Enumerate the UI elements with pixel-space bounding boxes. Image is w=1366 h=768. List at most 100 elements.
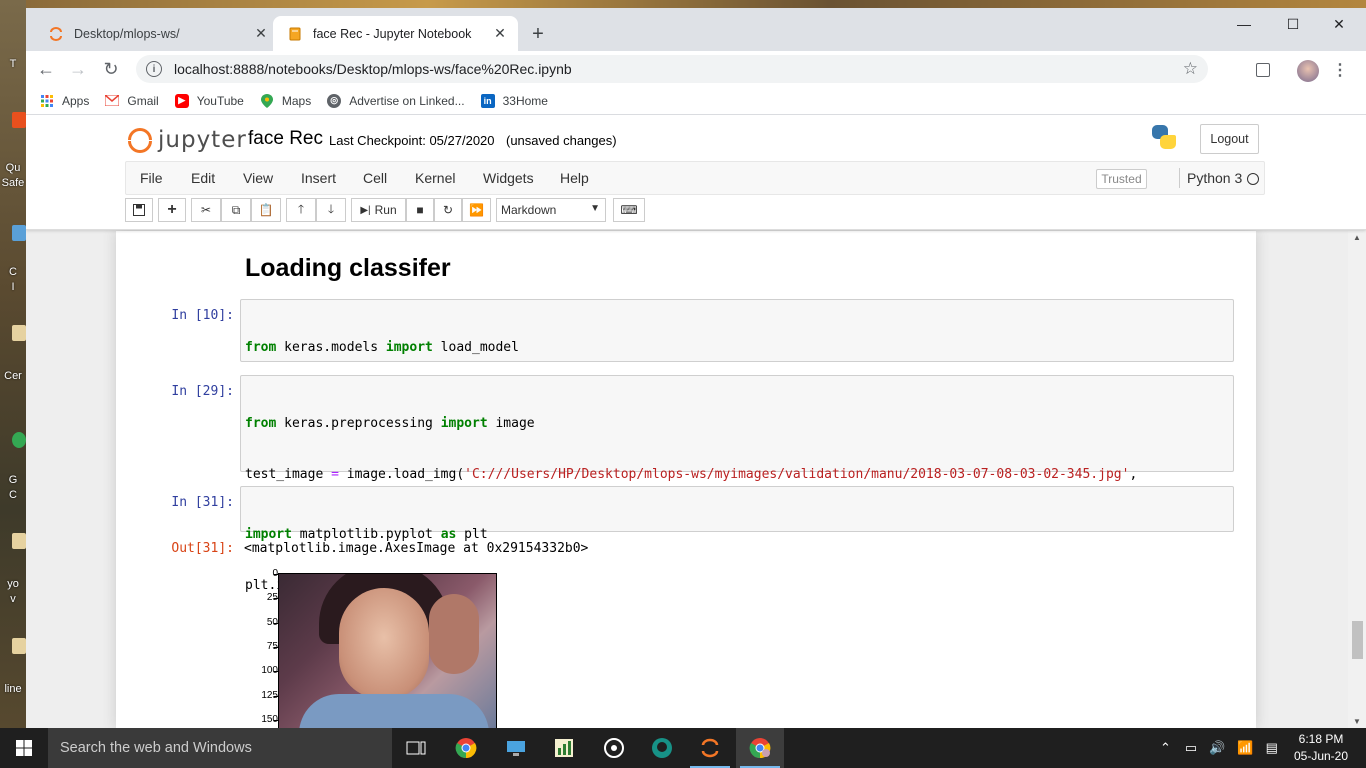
bookmarks-bar: Apps Gmail ▶ YouTube Maps ◎ Advertise on… xyxy=(26,87,1366,115)
desktop-label: line xyxy=(4,683,22,695)
menu-widgets[interactable]: Widgets xyxy=(483,162,534,194)
cell-type-value: Markdown xyxy=(501,203,557,217)
forward-arrow-icon[interactable]: → xyxy=(66,57,90,81)
cut-icon[interactable]: ✂ xyxy=(191,198,221,222)
window-close-icon[interactable]: ✕ xyxy=(1316,12,1362,36)
close-icon[interactable]: ✕ xyxy=(492,25,508,42)
bookmark-youtube[interactable]: ▶ YouTube xyxy=(174,93,244,108)
more-menu-icon[interactable]: ⋮ xyxy=(1332,60,1348,80)
chrome-taskbar-icon[interactable] xyxy=(442,728,490,768)
maximize-icon[interactable]: ☐ xyxy=(1270,12,1316,36)
bookmark-33home[interactable]: in 33Home xyxy=(480,93,548,108)
chart-app-icon[interactable] xyxy=(540,728,588,768)
chrome-shortcut-icon[interactable] xyxy=(12,432,26,448)
close-icon[interactable]: ✕ xyxy=(253,25,269,42)
bookmark-gmail[interactable]: Gmail xyxy=(105,94,159,108)
jupyter-taskbar-icon[interactable] xyxy=(686,728,734,768)
windows-start-icon[interactable] xyxy=(0,728,48,768)
back-arrow-icon[interactable]: ← xyxy=(34,57,58,81)
jupyter-logo[interactable]: jupyter xyxy=(128,125,247,155)
new-tab-button[interactable]: + xyxy=(526,22,550,46)
task-view-icon[interactable] xyxy=(392,728,440,768)
restart-icon[interactable]: ↻ xyxy=(434,198,462,222)
logout-button[interactable]: Logout xyxy=(1200,124,1259,154)
address-bar[interactable]: i localhost:8888/notebooks/Desktop/mlops… xyxy=(136,55,1208,83)
menu-cell[interactable]: Cell xyxy=(363,162,387,194)
desktop-app-icon[interactable] xyxy=(12,112,26,128)
copy-icon[interactable]: ⧉ xyxy=(221,198,251,222)
notebook-name[interactable]: face Rec xyxy=(248,128,323,150)
wifi-icon[interactable]: 📶 xyxy=(1237,740,1253,756)
notifications-icon[interactable]: ▤ xyxy=(1266,740,1278,756)
desktop-file-icon[interactable] xyxy=(12,533,26,549)
chrome-window-taskbar-icon[interactable] xyxy=(736,728,784,768)
clock-date: 05-Jun-20 xyxy=(1293,749,1349,763)
tab-face-rec[interactable]: face Rec - Jupyter Notebook ✕ xyxy=(273,16,518,51)
taskbar-clock[interactable]: 6:18 PM 05-Jun-20 xyxy=(1290,731,1352,765)
desktop-file-icon[interactable] xyxy=(12,325,26,341)
code-cell[interactable]: from keras.models import load_model clas… xyxy=(240,299,1234,457)
chevron-up-icon[interactable]: ⌃ xyxy=(1160,740,1171,756)
menu-view[interactable]: View xyxy=(243,162,273,194)
linkedin-icon: in xyxy=(480,93,495,108)
portrait-image xyxy=(278,573,497,728)
monitor-app-icon[interactable] xyxy=(492,728,540,768)
run-icon: ▶| xyxy=(360,204,371,216)
bookmark-label: Maps xyxy=(281,93,312,108)
youtube-icon: ▶ xyxy=(174,93,189,108)
scroll-down-icon[interactable]: ▼ xyxy=(1353,717,1361,726)
menu-help[interactable]: Help xyxy=(560,162,589,194)
battery-icon[interactable]: ▭ xyxy=(1185,740,1197,756)
bookmark-apps[interactable]: Apps xyxy=(40,94,89,108)
desktop-label: T xyxy=(9,58,17,70)
system-tray: ⌃ ▭ 🔊 📶 ▤ xyxy=(1160,728,1278,768)
bookmark-star-icon[interactable]: ☆ xyxy=(1183,59,1198,79)
desktop-wallpaper-left: T Qu Safe C I Cer G C yo v line xyxy=(0,0,26,728)
info-icon[interactable]: i xyxy=(146,61,162,77)
volume-icon[interactable]: 🔊 xyxy=(1209,740,1225,756)
run-button[interactable]: ▶| Run xyxy=(351,198,406,222)
fast-forward-icon[interactable]: ⏩ xyxy=(462,198,491,222)
notebook-menubar: File Edit View Insert Cell Kernel Widget… xyxy=(125,161,1265,195)
keyboard-icon[interactable]: ⌨ xyxy=(613,198,645,222)
page-scrollbar[interactable]: ▲ ▼ xyxy=(1348,231,1366,728)
menu-edit[interactable]: Edit xyxy=(191,162,215,194)
taskbar-search-box[interactable]: Search the web and Windows xyxy=(48,728,392,768)
profile-avatar[interactable] xyxy=(1297,60,1319,82)
move-up-icon[interactable]: 🡑 xyxy=(286,198,316,222)
paste-icon[interactable]: 📋 xyxy=(251,198,281,222)
scrollbar-thumb[interactable] xyxy=(1352,621,1363,659)
bookmark-maps[interactable]: Maps xyxy=(260,93,312,108)
insert-cell-icon[interactable]: + xyxy=(158,198,186,222)
save-icon[interactable] xyxy=(125,198,153,222)
notebook-toolbar: + ✂ ⧉ 📋 🡑 🡓 ▶| Run ■ ↻ ⏩ Markdown ▼ ⌨ xyxy=(125,196,1265,226)
minimize-icon[interactable]: — xyxy=(1221,12,1267,36)
move-down-icon[interactable]: 🡓 xyxy=(316,198,346,222)
trusted-indicator[interactable]: Trusted xyxy=(1096,169,1147,189)
kernel-idle-icon xyxy=(1247,173,1259,185)
output-prompt: Out[31]: xyxy=(171,541,234,556)
menu-insert[interactable]: Insert xyxy=(301,162,336,194)
code-line: from keras.models import load_model xyxy=(245,340,519,355)
media-player-icon[interactable] xyxy=(590,728,638,768)
code-cell[interactable]: import matplotlib.pyplot as plt plt.imsh… xyxy=(240,486,1234,593)
bookmark-label: YouTube xyxy=(196,93,244,108)
menu-file[interactable]: File xyxy=(140,162,163,194)
extension-icon[interactable] xyxy=(1256,63,1270,77)
stop-icon[interactable]: ■ xyxy=(406,198,434,222)
menu-kernel[interactable]: Kernel xyxy=(415,162,455,194)
cell-type-select[interactable]: Markdown ▼ xyxy=(496,198,606,222)
bookmark-linkedin-ad[interactable]: ◎ Advertise on Linked... xyxy=(327,93,465,108)
desktop-app-icon[interactable] xyxy=(12,225,26,241)
markdown-heading[interactable]: Loading classifer xyxy=(245,254,451,283)
desktop-file-icon[interactable] xyxy=(12,638,26,654)
code-cell[interactable]: from keras.preprocessing import image te… xyxy=(240,375,1234,533)
jupyter-logo-text: jupyter xyxy=(158,127,247,153)
tab-desktop-mlops[interactable]: Desktop/mlops-ws/ ✕ xyxy=(34,16,279,51)
scroll-up-icon[interactable]: ▲ xyxy=(1353,233,1361,242)
tab-strip: Desktop/mlops-ws/ ✕ face Rec - Jupyter N… xyxy=(26,8,1366,51)
gitkraken-icon[interactable] xyxy=(638,728,686,768)
desktop-label: G xyxy=(8,474,18,486)
reload-icon[interactable]: ↻ xyxy=(99,57,123,81)
desktop-label: C xyxy=(9,266,17,278)
